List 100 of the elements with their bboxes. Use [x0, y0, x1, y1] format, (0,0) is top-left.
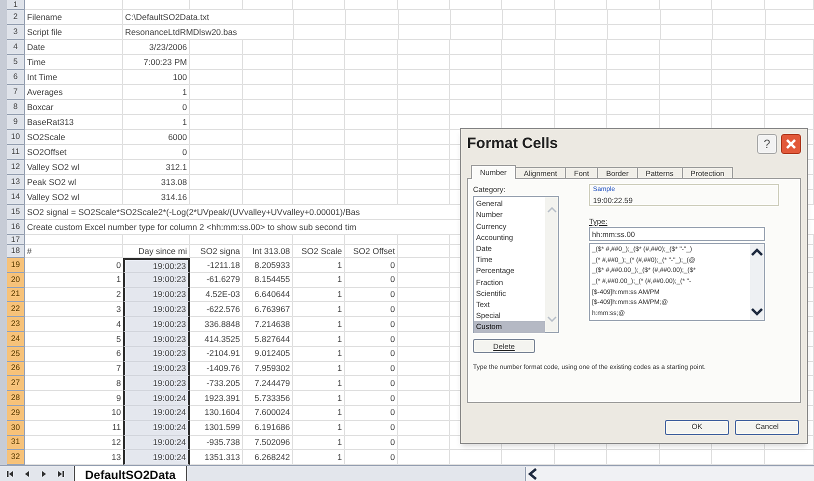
- row-header[interactable]: 10: [7, 130, 25, 145]
- selected-cell[interactable]: 19:00:24: [123, 436, 190, 450]
- selected-cell[interactable]: 19:00:24: [123, 406, 190, 421]
- selected-cell[interactable]: 19:00:23: [123, 288, 190, 302]
- table-cell-text: 1: [181, 86, 187, 98]
- last-sheet-icon[interactable]: [57, 470, 65, 478]
- row-header[interactable]: 29: [7, 406, 25, 421]
- row-header[interactable]: 25: [7, 346, 25, 362]
- row-header[interactable]: 15: [7, 205, 25, 220]
- table-cell: Valley SO2 wl: [27, 190, 80, 204]
- empty-cell: [243, 130, 293, 145]
- table-cell-text: 312.1: [164, 160, 187, 174]
- selected-cell[interactable]: 19:00:24: [123, 450, 190, 466]
- row-header[interactable]: 20: [7, 272, 25, 288]
- row-header[interactable]: 26: [7, 362, 25, 376]
- help-button[interactable]: ?: [757, 134, 777, 154]
- empty-cell: [398, 40, 450, 55]
- row-header[interactable]: 14: [7, 190, 25, 205]
- empty-cell: [345, 55, 398, 70]
- row-header[interactable]: 28: [7, 391, 25, 406]
- first-sheet-icon[interactable]: [6, 470, 14, 478]
- row-header[interactable]: 31: [7, 436, 25, 450]
- empty-cell: [607, 0, 660, 10]
- row-header[interactable]: 18: [7, 245, 25, 258]
- selected-cell[interactable]: 19:00:23: [123, 272, 190, 288]
- row-header[interactable]: 11: [7, 145, 25, 160]
- row-header[interactable]: 30: [7, 420, 25, 436]
- row-header[interactable]: 3: [7, 25, 25, 40]
- table-cell-text: 6000: [167, 130, 187, 144]
- empty-cell: [765, 85, 814, 100]
- selected-cell[interactable]: 19:00:23: [123, 302, 190, 318]
- table-cell: -935.738: [206, 436, 240, 449]
- empty-cell: [607, 70, 660, 85]
- empty-cell: [660, 70, 712, 85]
- table-cell: SO2 Offset: [353, 244, 395, 258]
- table-cell: 9.012405: [254, 347, 290, 360]
- row-header[interactable]: 8: [7, 100, 25, 115]
- close-button[interactable]: [781, 134, 801, 154]
- table-cell-text: 3/23/2006: [148, 40, 187, 54]
- row-header[interactable]: 24: [7, 332, 25, 347]
- selected-cell[interactable]: 19:00:23: [123, 332, 190, 347]
- table-cell: SO2Scale: [27, 130, 66, 144]
- scroll-up-icon[interactable]: [751, 248, 763, 256]
- scroll-down-icon[interactable]: [751, 308, 763, 316]
- empty-cell: [399, 25, 451, 40]
- empty-cell: [345, 70, 398, 85]
- row-header[interactable]: 9: [7, 115, 25, 130]
- next-sheet-icon[interactable]: [40, 470, 48, 478]
- table-cell: 12: [112, 436, 121, 449]
- table-cell: 336.8848: [204, 318, 240, 330]
- row-header[interactable]: 6: [7, 70, 25, 85]
- table-cell: 1: [116, 273, 121, 286]
- row-header[interactable]: 12: [7, 160, 25, 175]
- row-header[interactable]: 2: [7, 10, 25, 25]
- table-cell: 130.1604: [204, 406, 240, 420]
- table-cell: 8: [116, 376, 121, 390]
- empty-cell: [293, 115, 345, 130]
- table-cell: Valley SO2 wl: [27, 160, 80, 174]
- table-cell: 8.205933: [254, 258, 290, 272]
- table-cell: Peak SO2 wl: [27, 176, 76, 188]
- table-cell: 0: [390, 421, 395, 434]
- row-header[interactable]: 17: [7, 235, 25, 245]
- selected-cell[interactable]: 19:00:24: [123, 420, 190, 436]
- row-header[interactable]: 19: [7, 258, 25, 273]
- selected-cell[interactable]: 19:00:23: [123, 258, 190, 273]
- scrollbar[interactable]: [750, 244, 764, 320]
- row-header[interactable]: 5: [7, 55, 25, 70]
- empty-cell: [243, 70, 293, 85]
- empty-cell: [661, 25, 713, 40]
- selected-cell[interactable]: 19:00:23: [123, 317, 190, 332]
- table-cell: 10: [112, 406, 121, 420]
- row-header[interactable]: 21: [7, 288, 25, 302]
- row-header[interactable]: 13: [7, 175, 25, 190]
- table-cell: Date: [27, 40, 45, 54]
- previous-sheet-icon[interactable]: [23, 470, 31, 478]
- table-cell: -61.6279: [206, 273, 240, 286]
- table-cell: 0: [390, 318, 395, 330]
- row-header[interactable]: 23: [7, 317, 25, 332]
- empty-cell: [765, 55, 814, 70]
- format-list[interactable]: [589, 243, 765, 322]
- row-header[interactable]: 22: [7, 302, 25, 318]
- selected-cell[interactable]: 19:00:23: [123, 346, 190, 362]
- row-header[interactable]: 7: [7, 85, 25, 100]
- empty-cell: [398, 100, 450, 115]
- empty-cell: [502, 85, 555, 100]
- row-header[interactable]: 32: [7, 450, 25, 466]
- selected-cell[interactable]: 19:00:23: [123, 376, 190, 392]
- table-cell: 1923.391: [204, 392, 240, 404]
- empty-cell: [660, 55, 712, 70]
- selected-cell[interactable]: 19:00:23: [123, 362, 190, 376]
- row-header[interactable]: 4: [7, 40, 25, 55]
- empty-cell: [661, 10, 713, 25]
- sheet-tab[interactable]: DefaultSO2Data: [74, 466, 187, 481]
- table-cell: 1: [337, 347, 342, 360]
- row-header[interactable]: 27: [7, 376, 25, 392]
- selected-cell[interactable]: 19:00:24: [123, 391, 190, 406]
- empty-cell: [450, 0, 502, 10]
- row-header[interactable]: 16: [7, 220, 25, 235]
- row-header[interactable]: 1: [7, 0, 25, 10]
- scroll-left-icon[interactable]: [528, 468, 538, 480]
